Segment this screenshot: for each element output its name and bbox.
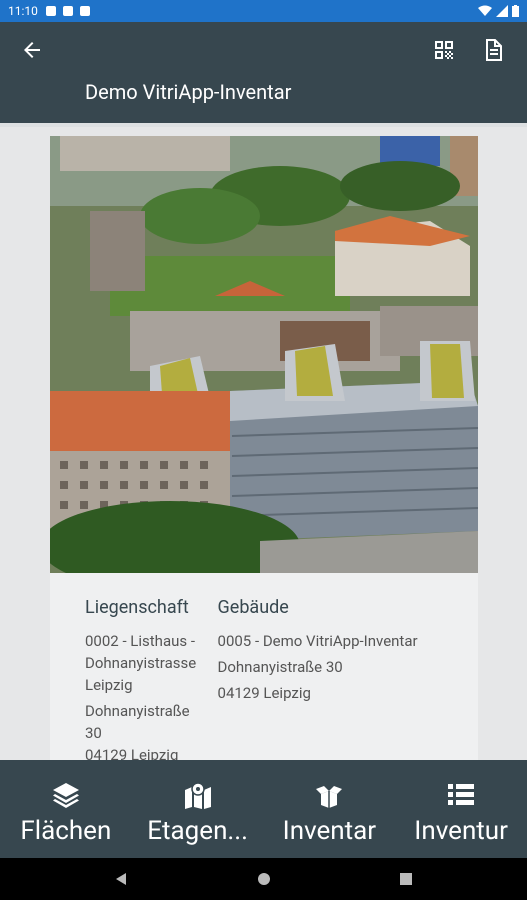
bottom-navigation: Flächen Etagen... Inventar Inventur [0, 760, 527, 858]
system-home-icon[interactable] [257, 872, 271, 886]
notification-icon [79, 6, 90, 16]
nav-label: Inventar [282, 816, 377, 846]
property-column: Liegenschaft 0002 - Listhaus - Dohnanyis… [85, 597, 206, 760]
content-area[interactable]: Liegenschaft 0002 - Listhaus - Dohnanyis… [0, 127, 527, 760]
status-time: 11:10 [8, 4, 38, 18]
wifi-icon [478, 5, 492, 16]
back-arrow-icon[interactable] [20, 38, 44, 62]
nav-item-inventar[interactable]: Inventar [264, 760, 396, 858]
page-title: Demo VitriApp-Inventar [85, 80, 292, 104]
building-city: 04129 Leipzig [217, 684, 311, 702]
app-toolbar: Demo VitriApp-Inventar [0, 22, 527, 123]
property-heading: Liegenschaft [85, 597, 189, 618]
nav-label: Flächen [20, 816, 112, 846]
building-card: Liegenschaft 0002 - Listhaus - Dohnanyis… [50, 136, 478, 760]
nav-item-inventur[interactable]: Inventur [395, 760, 527, 858]
building-street: Dohnanyistraße 30 [217, 658, 343, 676]
list-icon [448, 784, 475, 805]
building-name: 0005 - Demo VitriApp-Inventar [217, 632, 418, 650]
property-street: Dohnanyistraße 30 [85, 702, 190, 742]
qr-code-icon[interactable] [432, 38, 456, 62]
notification-icon [45, 6, 56, 16]
system-back-icon[interactable] [114, 872, 128, 886]
property-city: 04129 Leipzig [85, 746, 179, 760]
building-heading: Gebäude [217, 597, 289, 618]
building-image [50, 136, 478, 573]
property-name: 0002 - Listhaus - Dohnanyistrasse Leipzi… [85, 632, 197, 694]
building-column: Gebäude 0005 - Demo VitriApp-Inventar Do… [218, 597, 443, 760]
nav-item-etagen[interactable]: Etagen... [132, 760, 264, 858]
system-recents-icon[interactable] [399, 872, 413, 886]
system-navigation-bar [0, 858, 527, 900]
building-photo [50, 136, 478, 573]
nav-label: Inventur [414, 816, 508, 846]
document-icon[interactable] [481, 38, 505, 62]
box-open-icon [316, 786, 343, 808]
signal-icon [496, 5, 508, 17]
battery-icon [512, 5, 519, 17]
notification-icon [62, 6, 73, 16]
status-bar: 11:10 [0, 0, 527, 22]
nav-item-flaechen[interactable]: Flächen [0, 760, 132, 858]
building-info: Liegenschaft 0002 - Listhaus - Dohnanyis… [50, 573, 478, 760]
layers-icon [52, 783, 79, 808]
nav-label: Etagen... [147, 816, 248, 846]
map-marker-icon [184, 782, 211, 809]
